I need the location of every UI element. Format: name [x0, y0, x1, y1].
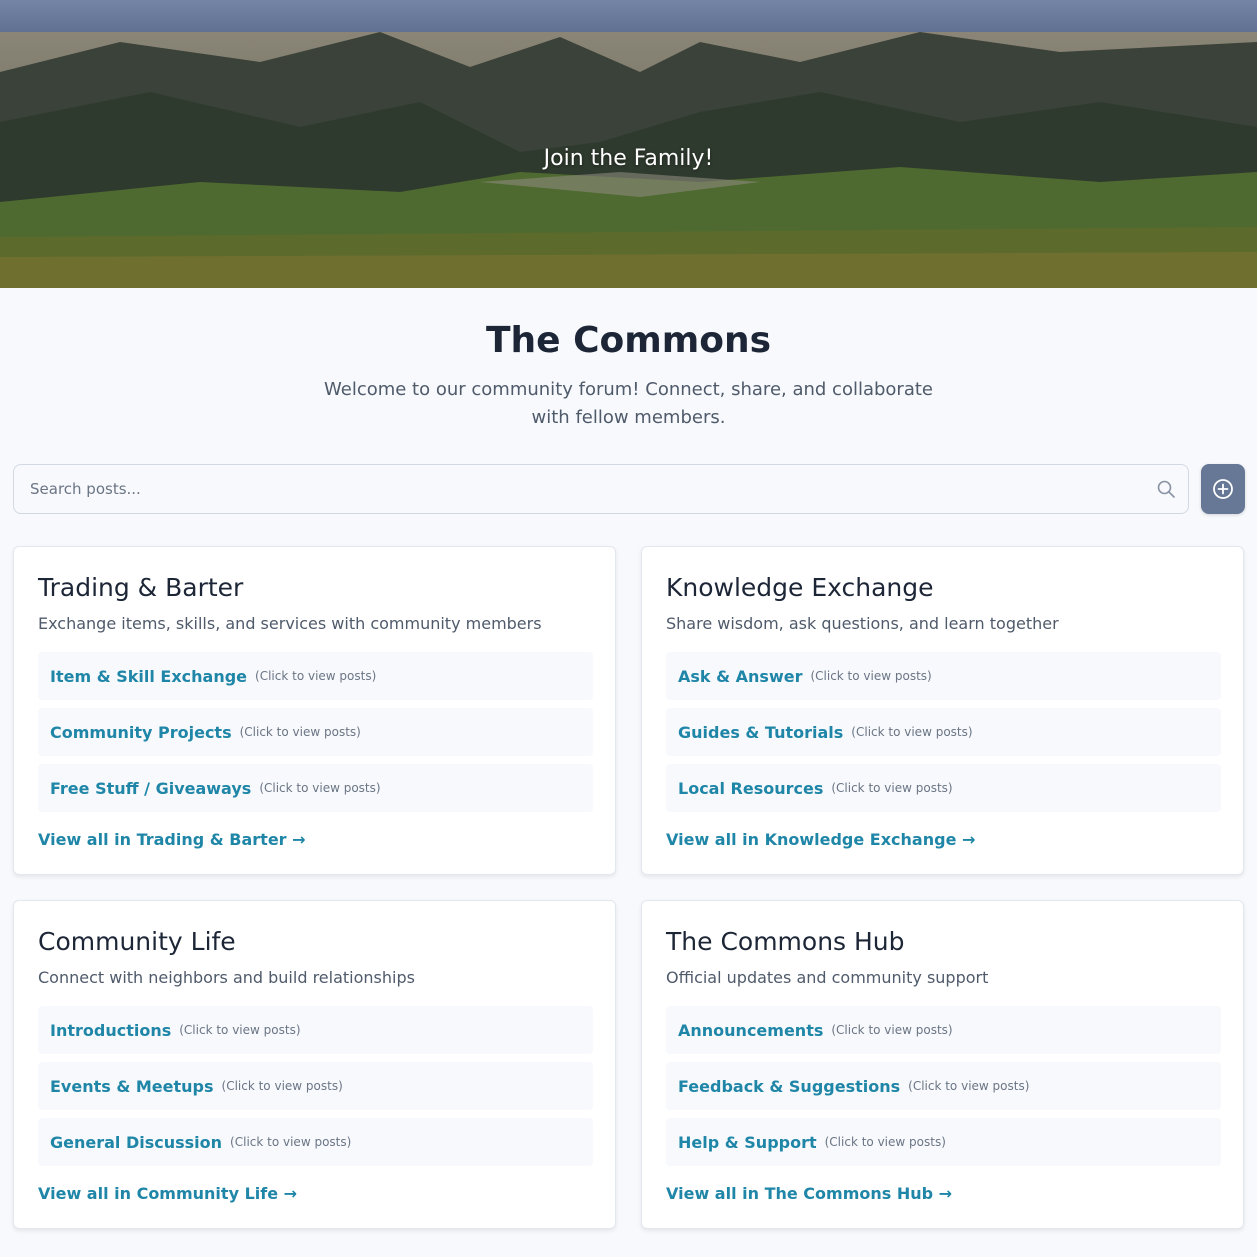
top-bar: [0, 0, 1257, 32]
subforum-hint: (Click to view posts): [179, 1023, 301, 1037]
view-all-link[interactable]: View all in Knowledge Exchange →: [666, 830, 975, 849]
subforum-item[interactable]: Introductions (Click to view posts): [38, 1006, 593, 1054]
subforum-hint: (Click to view posts): [831, 1023, 953, 1037]
category-description: Connect with neighbors and build relatio…: [38, 968, 415, 987]
subforum-item[interactable]: Events & Meetups (Click to view posts): [38, 1062, 593, 1110]
subforum-name[interactable]: General Discussion: [50, 1133, 222, 1152]
subforum-name[interactable]: Events & Meetups: [50, 1077, 214, 1096]
plus-circle-icon: [1213, 479, 1233, 499]
subforum-item[interactable]: Free Stuff / Giveaways (Click to view po…: [38, 764, 593, 812]
category-title: Trading & Barter: [38, 573, 244, 602]
subforum-hint: (Click to view posts): [239, 725, 361, 739]
subforum-item[interactable]: Community Projects (Click to view posts): [38, 708, 593, 756]
category-title: The Commons Hub: [666, 927, 905, 956]
view-all-link[interactable]: View all in Community Life →: [38, 1184, 297, 1203]
view-all-link[interactable]: View all in The Commons Hub →: [666, 1184, 952, 1203]
category-title: Community Life: [38, 927, 236, 956]
category-card-trading-barter: Trading & Barter Exchange items, skills,…: [13, 546, 616, 875]
category-card-commons-hub: The Commons Hub Official updates and com…: [641, 900, 1244, 1229]
category-description: Official updates and community support: [666, 968, 989, 987]
subforum-name[interactable]: Help & Support: [678, 1133, 817, 1152]
subforum-hint: (Click to view posts): [908, 1079, 1030, 1093]
subforum-hint: (Click to view posts): [255, 669, 377, 683]
category-card-knowledge-exchange: Knowledge Exchange Share wisdom, ask que…: [641, 546, 1244, 875]
page-title: The Commons: [485, 320, 772, 361]
subforum-hint: (Click to view posts): [831, 781, 953, 795]
new-post-button[interactable]: [1201, 464, 1245, 514]
subforum-item[interactable]: Local Resources (Click to view posts): [666, 764, 1221, 812]
category-card-community-life: Community Life Connect with neighbors an…: [13, 900, 616, 1229]
view-all-link[interactable]: View all in Trading & Barter →: [38, 830, 306, 849]
subforum-name[interactable]: Guides & Tutorials: [678, 723, 843, 742]
category-description: Share wisdom, ask questions, and learn t…: [666, 614, 1059, 633]
subforum-hint: (Click to view posts): [824, 1135, 946, 1149]
subforum-name[interactable]: Introductions: [50, 1021, 171, 1040]
search-icon[interactable]: [1156, 479, 1176, 499]
subforum-name[interactable]: Community Projects: [50, 723, 232, 742]
subforum-item[interactable]: Feedback & Suggestions (Click to view po…: [666, 1062, 1221, 1110]
subforum-item[interactable]: Guides & Tutorials (Click to view posts): [666, 708, 1221, 756]
subforum-name[interactable]: Ask & Answer: [678, 667, 802, 686]
subforum-item[interactable]: General Discussion (Click to view posts): [38, 1118, 593, 1166]
subforum-hint: (Click to view posts): [221, 1079, 343, 1093]
search-box: [13, 464, 1189, 514]
subforum-name[interactable]: Local Resources: [678, 779, 823, 798]
subforum-name[interactable]: Item & Skill Exchange: [50, 667, 247, 686]
subforum-item[interactable]: Help & Support (Click to view posts): [666, 1118, 1221, 1166]
search-input[interactable]: [30, 465, 1150, 513]
subforum-hint: (Click to view posts): [230, 1135, 352, 1149]
subforum-name[interactable]: Feedback & Suggestions: [678, 1077, 900, 1096]
subforum-name[interactable]: Free Stuff / Giveaways: [50, 779, 251, 798]
subforum-item[interactable]: Announcements (Click to view posts): [666, 1006, 1221, 1054]
subforum-item[interactable]: Ask & Answer (Click to view posts): [666, 652, 1221, 700]
subforum-hint: (Click to view posts): [810, 669, 932, 683]
category-description: Exchange items, skills, and services wit…: [38, 614, 542, 633]
hero-title: Join the Family!: [543, 146, 714, 171]
subforum-name[interactable]: Announcements: [678, 1021, 823, 1040]
page-subtitle: Welcome to our community forum! Connect,…: [324, 379, 933, 428]
hero-banner: Join the Family!: [0, 32, 1257, 288]
subforum-hint: (Click to view posts): [851, 725, 973, 739]
subforum-hint: (Click to view posts): [259, 781, 381, 795]
subforum-item[interactable]: Item & Skill Exchange (Click to view pos…: [38, 652, 593, 700]
category-title: Knowledge Exchange: [666, 573, 934, 602]
